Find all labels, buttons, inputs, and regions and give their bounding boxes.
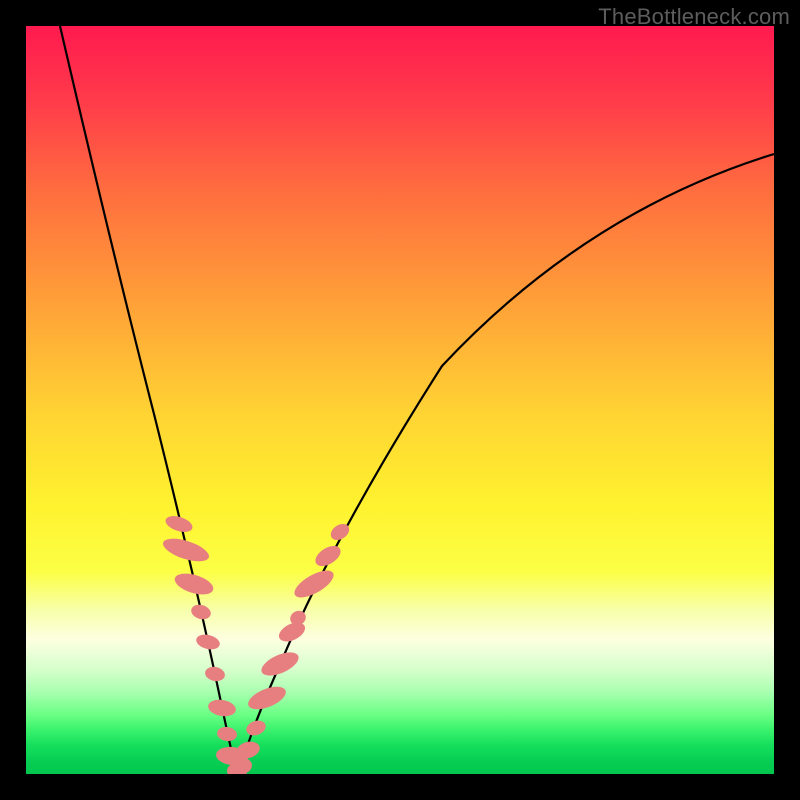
bead-marker bbox=[244, 718, 268, 738]
bead-marker bbox=[216, 726, 238, 743]
bead-marker bbox=[195, 632, 222, 651]
bead-marker bbox=[189, 603, 212, 622]
chart-svg bbox=[26, 26, 774, 774]
curve-right-branch bbox=[240, 154, 774, 772]
bead-marker bbox=[245, 682, 289, 714]
curve-group bbox=[60, 26, 774, 772]
watermark-text: TheBottleneck.com bbox=[598, 4, 790, 30]
bead-marker bbox=[160, 534, 211, 566]
bead-marker bbox=[204, 665, 226, 683]
bead-marker bbox=[258, 648, 302, 681]
chart-frame bbox=[26, 26, 774, 774]
bead-marker bbox=[290, 565, 337, 603]
bead-group bbox=[160, 513, 352, 774]
bead-marker bbox=[207, 698, 237, 719]
bead-marker bbox=[312, 542, 344, 570]
curve-left-branch bbox=[60, 26, 236, 772]
bead-marker bbox=[172, 570, 216, 599]
